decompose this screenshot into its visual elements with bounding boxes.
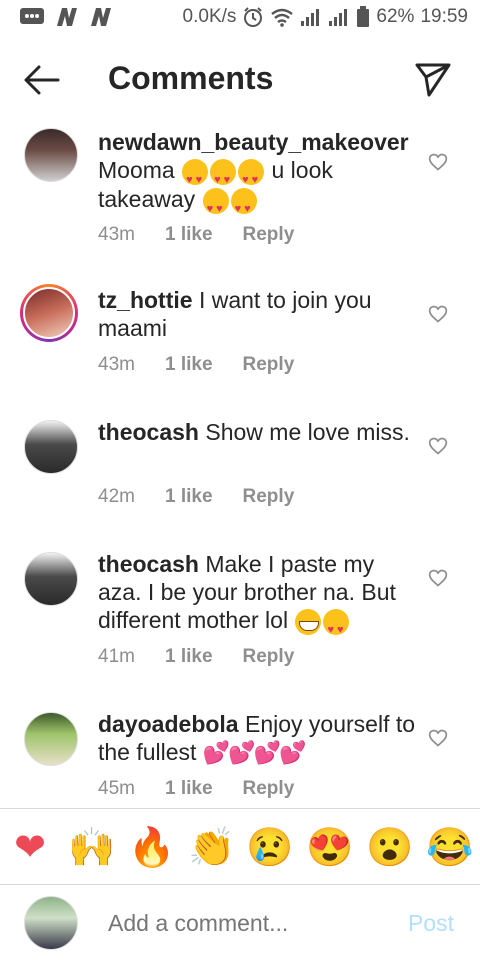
back-arrow-icon[interactable] (22, 62, 62, 98)
comment-text-part: Mooma (98, 157, 175, 183)
notification-n-icon-2 (91, 8, 111, 26)
reply-button[interactable]: Reply (243, 486, 295, 508)
grinning-squint-emoji (295, 608, 322, 635)
heart-eyes-emoji: ♥ ♥ (230, 187, 257, 215)
comment-text-part: takeaway (98, 185, 196, 212)
divider (0, 884, 480, 885)
reaction-laughing[interactable]: 😂 (426, 826, 473, 870)
comment-time: 43m (98, 354, 135, 375)
like-heart-icon[interactable] (428, 728, 448, 748)
comment-text: Show me love miss. (205, 419, 410, 445)
two-hearts-emoji: 💕 (253, 740, 281, 765)
comment-time: 43m (98, 224, 135, 245)
comment-body: dayoadebola Enjoy yourself to the fulles… (98, 710, 418, 767)
comment-body: tz_hottie I want to join you maami (98, 286, 418, 342)
status-left (18, 6, 114, 28)
heart-eyes-emoji: ♥ ♥ (182, 158, 209, 186)
comment-input[interactable] (108, 910, 388, 937)
like-heart-icon[interactable] (428, 304, 448, 324)
status-right: 0.0K/s 62% 19:59 (183, 6, 468, 28)
comment-meta: 43m 1 like Reply (98, 224, 294, 246)
likes-count[interactable]: 1 like (165, 224, 213, 246)
avatar[interactable] (24, 552, 78, 606)
reply-button[interactable]: Reply (243, 778, 295, 800)
comment-time: 41m (98, 646, 135, 667)
likes-count[interactable]: 1 like (165, 646, 213, 668)
reaction-surprised[interactable]: 😮 (366, 826, 413, 870)
post-button[interactable]: Post (408, 910, 454, 937)
comment-time: 45m (98, 778, 135, 799)
avatar[interactable] (24, 420, 78, 474)
like-heart-icon[interactable] (428, 568, 448, 588)
username[interactable]: theocash (98, 551, 199, 577)
status-bar: 0.0K/s 62% 19:59 (0, 0, 480, 38)
avatar (23, 287, 75, 339)
reaction-raised-hands[interactable]: 🙌 (68, 826, 115, 870)
network-speed: 0.0K/s (182, 6, 237, 27)
heart-eyes-emoji: ♥ ♥ (202, 187, 229, 215)
reaction-heart-eyes[interactable]: 😍 (306, 826, 353, 870)
heart-eyes-emoji: ♥ ♥ (238, 158, 265, 186)
reply-button[interactable]: Reply (243, 646, 295, 668)
avatar[interactable] (24, 712, 78, 766)
comment-meta: 45m 1 like Reply (98, 778, 294, 800)
username[interactable]: tz_hottie (98, 287, 193, 313)
signal-icon-2 (329, 9, 348, 26)
battery-percent: 62% (376, 6, 415, 27)
message-icon (20, 8, 44, 24)
direct-send-icon[interactable] (414, 60, 452, 98)
comment-body: theocash Show me love miss. (98, 418, 418, 446)
signal-icon (301, 9, 320, 26)
page-title: Comments (108, 60, 274, 96)
header: Comments (0, 48, 480, 112)
comment-meta: 43m 1 like Reply (98, 354, 294, 376)
divider (0, 808, 480, 809)
reply-button[interactable]: Reply (243, 354, 295, 376)
comment-text-part: u look (271, 157, 333, 183)
comment-composer: Post (0, 890, 480, 960)
comment-body: theocash Make I paste my aza. I be your … (98, 550, 418, 636)
username[interactable]: dayoadebola (98, 711, 239, 737)
wifi-icon (271, 8, 294, 27)
comment-body: newdawn_beauty_makeover Mooma ♥ ♥ ♥ ♥ ♥ ♥ … (98, 128, 418, 215)
like-heart-icon[interactable] (428, 152, 448, 172)
username[interactable]: theocash (98, 419, 199, 445)
avatar[interactable] (24, 128, 78, 182)
reaction-crying[interactable]: 😢 (246, 826, 293, 870)
battery-icon (357, 6, 370, 27)
avatar-story-ring[interactable] (20, 284, 78, 342)
comment-meta: 41m 1 like Reply (98, 646, 294, 668)
comment-meta: 42m 1 like Reply (98, 486, 294, 508)
reaction-clapping[interactable]: 👏 (188, 826, 235, 870)
clock: 19:59 (420, 6, 468, 27)
two-hearts-emoji: 💕 (228, 740, 255, 765)
reply-button[interactable]: Reply (243, 224, 295, 246)
my-avatar (24, 896, 78, 950)
reaction-heart[interactable]: ❤ (8, 826, 52, 870)
like-heart-icon[interactable] (428, 436, 448, 456)
reaction-fire[interactable]: 🔥 (128, 826, 175, 870)
two-hearts-emoji: 💕 (279, 740, 306, 765)
likes-count[interactable]: 1 like (165, 486, 213, 508)
likes-count[interactable]: 1 like (165, 354, 213, 376)
quick-reactions-bar: ❤ 🙌 🔥 👏 😢 😍 😮 😂 (0, 820, 480, 880)
likes-count[interactable]: 1 like (165, 778, 213, 800)
heart-eyes-emoji: ♥ ♥ (210, 158, 237, 186)
username[interactable]: newdawn_beauty_makeover (98, 129, 409, 155)
heart-eyes-emoji: ♥ ♥ (323, 608, 350, 636)
comment-time: 42m (98, 486, 135, 507)
two-hearts-emoji: 💕 (202, 740, 230, 765)
notification-n-icon (57, 8, 77, 26)
alarm-icon (244, 7, 263, 27)
